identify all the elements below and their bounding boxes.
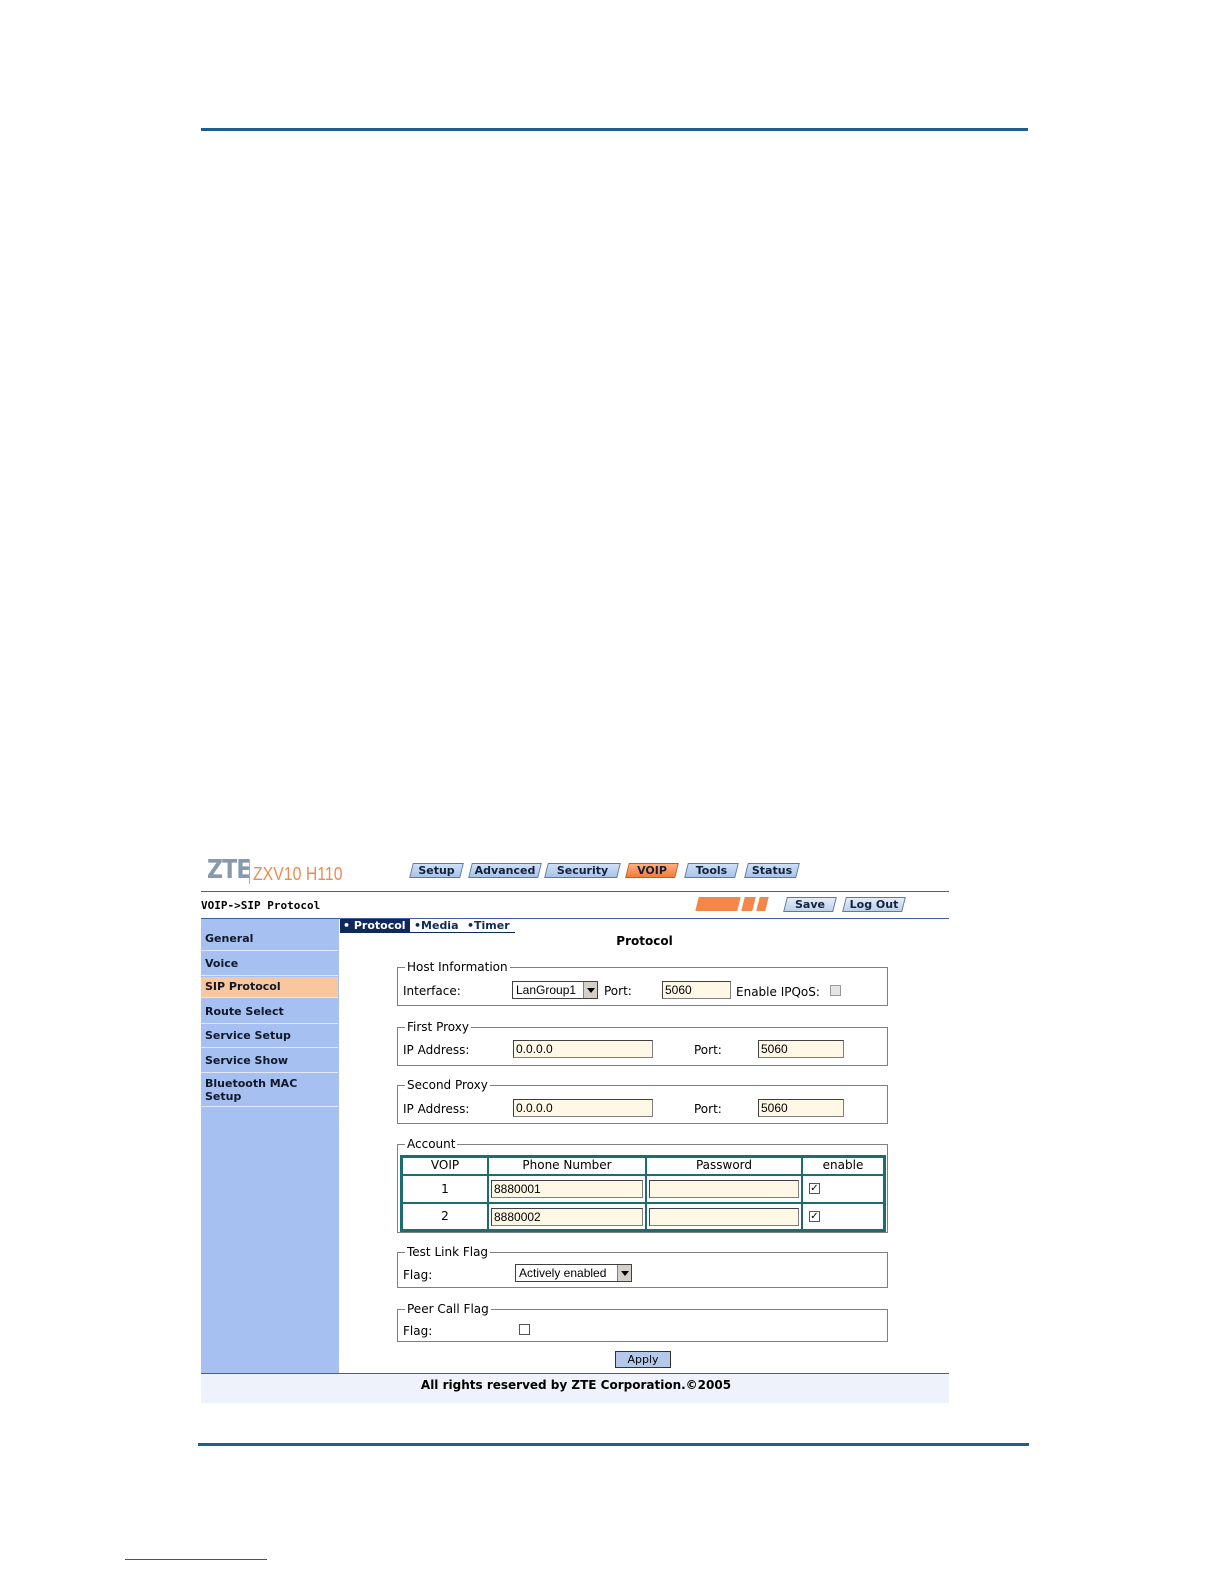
sidebar: General Voice SIP Protocol Route Select …	[201, 919, 339, 1374]
tab-tools[interactable]: Tools	[684, 863, 739, 878]
second-proxy-ip-input[interactable]: 0.0.0.0	[513, 1099, 653, 1117]
test-link-flag-label: Flag:	[403, 1268, 433, 1282]
test-link-flag-select[interactable]: Actively enabled	[515, 1264, 632, 1282]
account-row-1-enable-cell: ✓	[802, 1175, 884, 1203]
sidebar-item-sip-protocol[interactable]: SIP Protocol	[201, 977, 338, 998]
interface-label: Interface:	[403, 984, 461, 998]
second-proxy-group: Second Proxy IP Address: 0.0.0.0 Port: 5…	[397, 1078, 888, 1124]
account-row-2-phone-input[interactable]: 8880002	[491, 1208, 643, 1226]
host-port-label: Port:	[604, 984, 632, 998]
enable-ipqos-checkbox[interactable]	[830, 985, 841, 996]
account-row-1-phone-cell: 8880001	[488, 1175, 646, 1203]
log-out-button[interactable]: Log Out	[842, 897, 906, 912]
account-row-1-voip: 1	[402, 1175, 488, 1203]
column-header-voip: VOIP	[402, 1157, 488, 1175]
account-row-2-phone-cell: 8880002	[488, 1203, 646, 1230]
tab-status[interactable]: Status	[744, 863, 800, 878]
column-header-phone-number: Phone Number	[488, 1157, 646, 1175]
subtab-timer[interactable]: •Timer	[467, 919, 510, 932]
tab-advanced[interactable]: Advanced	[468, 863, 542, 878]
account-row-1-phone-input[interactable]: 8880001	[491, 1180, 643, 1198]
account-row-2-voip: 2	[402, 1203, 488, 1230]
sub-header-bar: VOIP->SIP Protocol Save Log Out	[201, 892, 949, 919]
main-content: • Protocol •Media •Timer Protocol Host I…	[340, 919, 949, 1374]
second-proxy-legend: Second Proxy	[405, 1078, 490, 1092]
footer: All rights reserved by ZTE Corporation.©…	[201, 1373, 949, 1403]
product-model-logo: ZXV10 H110	[253, 864, 343, 884]
router-web-ui-screenshot: ZTE ZXV10 H110 Setup Advanced Security V…	[201, 850, 949, 1403]
test-link-flag-selected-value: Actively enabled	[519, 1266, 607, 1280]
account-table: VOIP Phone Number Password enable 1 8880…	[400, 1155, 886, 1232]
second-proxy-port-input[interactable]: 5060	[758, 1099, 844, 1117]
save-button[interactable]: Save	[783, 897, 837, 912]
first-proxy-ip-input[interactable]: 0.0.0.0	[513, 1040, 653, 1058]
peer-call-flag-checkbox[interactable]	[519, 1324, 530, 1335]
sidebar-item-general[interactable]: General	[201, 931, 338, 951]
breadcrumb: VOIP->SIP Protocol	[201, 899, 321, 912]
column-header-password: Password	[646, 1157, 802, 1175]
decorative-orange-bar-small	[756, 897, 769, 911]
tab-voip[interactable]: VOIP	[625, 863, 679, 878]
sidebar-item-service-setup[interactable]: Service Setup	[201, 1025, 338, 1048]
column-header-enable: enable	[802, 1157, 884, 1175]
zte-logo: ZTE	[207, 855, 252, 885]
top-header: ZTE ZXV10 H110 Setup Advanced Security V…	[201, 850, 949, 892]
host-information-group: Host Information Interface: LanGroup1 Po…	[397, 960, 888, 1006]
account-row-1-password-cell	[646, 1175, 802, 1203]
peer-call-flag-label: Flag:	[403, 1324, 433, 1338]
document-footer-rule	[198, 1443, 1029, 1446]
logo-separator	[249, 860, 250, 884]
apply-button[interactable]: Apply	[615, 1351, 671, 1368]
subtab-media[interactable]: •Media	[414, 919, 459, 932]
first-proxy-ip-label: IP Address:	[403, 1043, 470, 1057]
test-link-flag-group: Test Link Flag Flag: Actively enabled	[397, 1245, 888, 1288]
account-row-2-enable-checkbox[interactable]: ✓	[809, 1211, 820, 1222]
sidebar-item-route-select[interactable]: Route Select	[201, 1001, 338, 1024]
first-proxy-group: First Proxy IP Address: 0.0.0.0 Port: 50…	[397, 1020, 888, 1066]
first-proxy-port-label: Port:	[694, 1043, 722, 1057]
account-row-2-password-cell	[646, 1203, 802, 1230]
tab-security[interactable]: Security	[544, 863, 621, 878]
peer-call-flag-group: Peer Call Flag Flag:	[397, 1302, 888, 1342]
second-proxy-ip-label: IP Address:	[403, 1102, 470, 1116]
first-proxy-legend: First Proxy	[405, 1020, 471, 1034]
host-information-legend: Host Information	[405, 960, 510, 974]
chevron-down-icon	[583, 982, 597, 998]
account-group: Account VOIP Phone Number Password enabl…	[397, 1137, 888, 1233]
subtab-protocol[interactable]: • Protocol	[340, 919, 410, 932]
account-row-1-enable-checkbox[interactable]: ✓	[809, 1183, 820, 1194]
interface-select[interactable]: LanGroup1	[512, 981, 598, 999]
account-row-1-password-input[interactable]	[649, 1180, 799, 1198]
sidebar-item-voice[interactable]: Voice	[201, 954, 338, 976]
peer-call-flag-legend: Peer Call Flag	[405, 1302, 491, 1316]
tab-setup[interactable]: Setup	[409, 863, 464, 878]
interface-selected-value: LanGroup1	[516, 983, 577, 997]
page-title: Protocol	[616, 934, 673, 948]
decorative-orange-bar	[695, 897, 741, 911]
sidebar-item-bluetooth-mac-setup[interactable]: Bluetooth MAC Setup	[201, 1075, 338, 1107]
decorative-orange-bar-small	[741, 897, 756, 911]
copyright-text: All rights reserved by ZTE Corporation.©…	[420, 1378, 732, 1392]
sidebar-item-service-show[interactable]: Service Show	[201, 1050, 338, 1073]
account-row-2-enable-cell: ✓	[802, 1203, 884, 1230]
account-row-2-password-input[interactable]	[649, 1208, 799, 1226]
chevron-down-icon	[617, 1265, 631, 1281]
first-proxy-port-input[interactable]: 5060	[758, 1040, 844, 1058]
account-legend: Account	[405, 1137, 458, 1151]
document-header-rule	[201, 128, 1028, 131]
test-link-flag-legend: Test Link Flag	[405, 1245, 491, 1259]
second-proxy-port-label: Port:	[694, 1102, 722, 1116]
host-port-input[interactable]: 5060	[662, 981, 731, 999]
enable-ipqos-label: Enable IPQoS:	[736, 985, 820, 999]
footnote-rule	[125, 1559, 267, 1560]
sub-tabs: • Protocol •Media •Timer	[340, 919, 515, 933]
